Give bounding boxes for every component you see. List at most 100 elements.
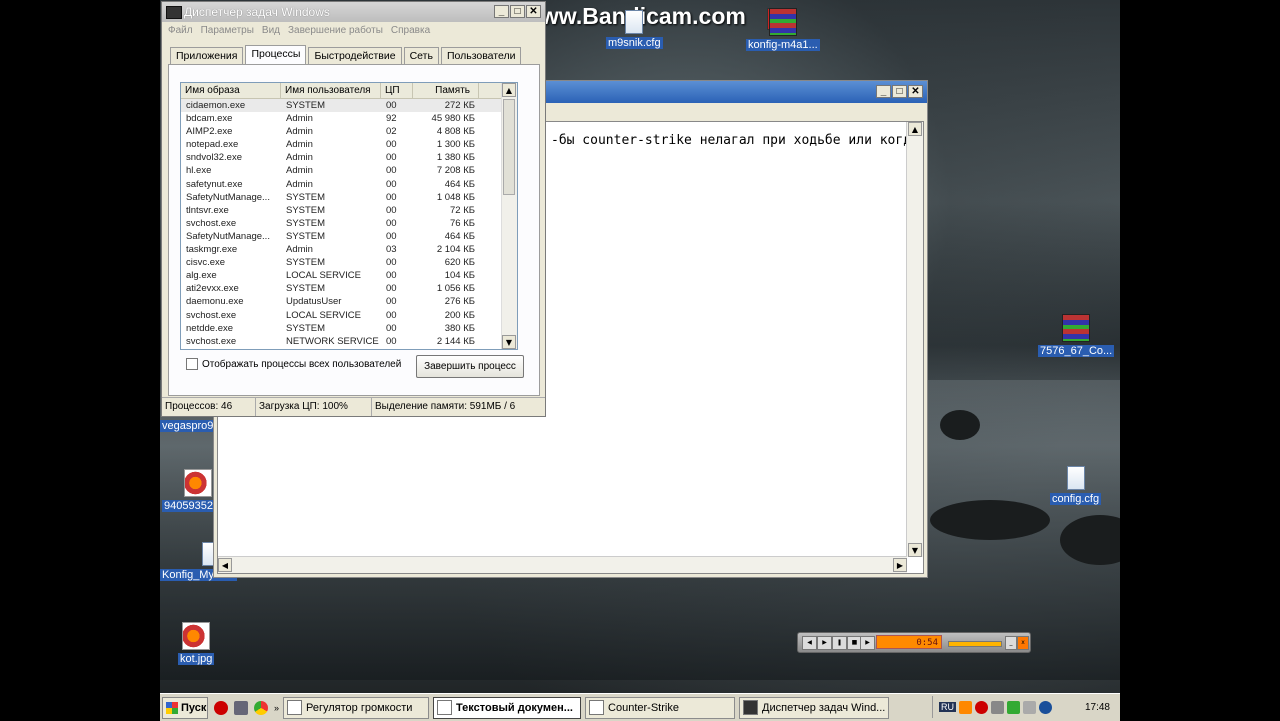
- cell-memory: 1 380 КБ: [436, 152, 475, 164]
- cell-image-name: ati2evxx.exe: [186, 283, 239, 295]
- network-tray-icon[interactable]: [991, 700, 1004, 714]
- next-icon[interactable]: ▶: [860, 636, 875, 650]
- process-list[interactable]: Имя образа Имя пользователя ЦП Память ci…: [180, 82, 518, 350]
- column-user-name[interactable]: Имя пользователя: [281, 83, 381, 98]
- bandicam-tray-icon[interactable]: [975, 700, 988, 714]
- menu-file[interactable]: Файл: [168, 22, 193, 39]
- cell-image-name: bdcam.exe: [186, 113, 233, 125]
- tab-users[interactable]: Пользователи: [440, 47, 522, 65]
- taskbar-item-counter-strike[interactable]: Counter-Strike: [585, 696, 736, 719]
- vertical-scrollbar[interactable]: ▲ ▼: [906, 122, 923, 557]
- volume-slider[interactable]: [948, 641, 1002, 647]
- language-indicator[interactable]: RU: [939, 702, 956, 712]
- cs-quicklaunch-icon[interactable]: [234, 700, 248, 715]
- safetynut-tray-icon[interactable]: [1007, 700, 1020, 714]
- table-row[interactable]: taskmgr.exe Admin 03 2 104 КБ: [181, 243, 517, 256]
- play-icon[interactable]: ▶: [817, 636, 832, 650]
- table-row[interactable]: notepad.exe Admin 00 1 300 КБ: [181, 138, 517, 151]
- desktop-icon-config[interactable]: config.cfg: [1050, 466, 1102, 505]
- record-icon[interactable]: [214, 700, 228, 715]
- menu-bar: Файл Параметры Вид Завершение работы Спр…: [162, 22, 545, 39]
- taskbar-item-task-manager[interactable]: Диспетчер задач Wind...: [739, 696, 890, 719]
- table-row[interactable]: cidaemon.exe SYSTEM 00 272 КБ: [181, 99, 517, 113]
- task-manager-titlebar[interactable]: Диспетчер задач Windows _ □ ✕: [162, 2, 545, 22]
- menu-help[interactable]: Справка: [391, 22, 430, 39]
- cell-user-name: NETWORK SERVICE: [286, 335, 379, 347]
- table-row[interactable]: svchost.exe NETWORK SERVICE 00 2 144 КБ: [181, 335, 517, 348]
- minimize-button[interactable]: _: [876, 85, 891, 98]
- table-row[interactable]: netdde.exe SYSTEM 00 380 КБ: [181, 322, 517, 335]
- maximize-button[interactable]: □: [510, 5, 525, 18]
- scroll-thumb[interactable]: [503, 99, 515, 195]
- column-cpu[interactable]: ЦП: [381, 83, 413, 98]
- aimp-tray-icon[interactable]: [959, 700, 972, 714]
- wallpaper-rock: [940, 410, 980, 440]
- start-button[interactable]: Пуск: [162, 696, 208, 719]
- table-row[interactable]: svchost.exe LOCAL SERVICE 00 200 КБ: [181, 309, 517, 322]
- table-row[interactable]: tlntsvr.exe SYSTEM 00 72 КБ: [181, 204, 517, 217]
- table-row[interactable]: SafetyNutManage... SYSTEM 00 1 048 КБ: [181, 191, 517, 204]
- table-row[interactable]: bdcam.exe Admin 92 45 980 КБ: [181, 112, 517, 125]
- maximize-button[interactable]: □: [892, 85, 907, 98]
- checkbox-box[interactable]: [186, 358, 198, 370]
- archive-icon: [768, 8, 797, 36]
- taskbar-item-notepad[interactable]: Текстовый докумен...: [433, 696, 582, 719]
- table-row[interactable]: alg.exe LOCAL SERVICE 00 104 КБ: [181, 269, 517, 282]
- scroll-up-icon[interactable]: ▲: [908, 122, 922, 136]
- tab-performance[interactable]: Быстродействие: [308, 47, 402, 65]
- show-all-processes-checkbox[interactable]: Отображать процессы всех пользователей: [186, 358, 401, 370]
- table-row[interactable]: svchost.exe SYSTEM 00 76 КБ: [181, 217, 517, 230]
- task-manager-window[interactable]: Диспетчер задач Windows _ □ ✕ Файл Парам…: [161, 1, 546, 417]
- desktop-icon-konfig-m4a1[interactable]: konfig-m4a1...: [746, 8, 820, 51]
- media-player[interactable]: ◀ ▶ ❚ ■ ▶ 0:54 _ x: [797, 632, 1031, 653]
- table-row[interactable]: cisvc.exe SYSTEM 00 620 КБ: [181, 256, 517, 269]
- table-row[interactable]: safetynut.exe Admin 00 464 КБ: [181, 178, 517, 191]
- speaker-tray-icon[interactable]: [1023, 700, 1036, 714]
- prev-icon[interactable]: ◀: [802, 636, 817, 650]
- chrome-icon[interactable]: [254, 700, 268, 715]
- tab-applications[interactable]: Приложения: [170, 47, 244, 65]
- tab-processes[interactable]: Процессы: [245, 45, 307, 65]
- menu-shutdown[interactable]: Завершение работы: [288, 22, 383, 39]
- table-row[interactable]: hl.exe Admin 00 7 208 КБ: [181, 164, 517, 177]
- close-icon[interactable]: x: [1017, 636, 1029, 650]
- column-memory[interactable]: Память: [413, 83, 479, 98]
- menu-view[interactable]: Вид: [262, 22, 280, 39]
- expand-quicklaunch-icon[interactable]: »: [274, 703, 279, 713]
- cell-user-name: SYSTEM: [286, 257, 326, 269]
- minimize-icon[interactable]: _: [1005, 636, 1017, 650]
- column-image-name[interactable]: Имя образа: [181, 83, 281, 98]
- menu-options[interactable]: Параметры: [201, 22, 254, 39]
- table-row[interactable]: sndvol32.exe Admin 00 1 380 КБ: [181, 151, 517, 164]
- pause-icon[interactable]: ❚: [832, 636, 847, 650]
- desktop-icon-vegaspro[interactable]: vegaspro9: [160, 420, 216, 432]
- end-process-button[interactable]: Завершить процесс: [416, 355, 524, 378]
- cell-memory: 380 КБ: [444, 322, 475, 334]
- cell-image-name: cisvc.exe: [186, 257, 226, 269]
- table-row[interactable]: daemonu.exe UpdatusUser 00 276 КБ: [181, 295, 517, 308]
- daemon-tools-tray-icon[interactable]: [1039, 700, 1052, 714]
- status-bar: Процессов: 46 Загрузка ЦП: 100% Выделени…: [162, 397, 545, 416]
- close-button[interactable]: ✕: [526, 5, 541, 18]
- tab-network[interactable]: Сеть: [403, 47, 439, 65]
- table-row[interactable]: ati2evxx.exe SYSTEM 00 1 056 КБ: [181, 282, 517, 295]
- taskbar-item-volume[interactable]: Регулятор громкости: [283, 696, 430, 719]
- process-list-scrollbar[interactable]: ▲ ▼: [501, 83, 517, 349]
- horizontal-scrollbar[interactable]: ◀ ▶: [218, 556, 907, 573]
- desktop-icon-image[interactable]: 94059352: [162, 469, 215, 512]
- scroll-left-icon[interactable]: ◀: [218, 558, 232, 572]
- desktop-icon-kot[interactable]: kot.jpg: [178, 622, 215, 665]
- scroll-right-icon[interactable]: ▶: [893, 558, 907, 572]
- scroll-up-icon[interactable]: ▲: [502, 83, 516, 97]
- cell-memory: 2 144 КБ: [436, 335, 475, 347]
- minimize-button[interactable]: _: [494, 5, 509, 18]
- desktop-icon-7576[interactable]: 7576_67_Co...: [1038, 314, 1115, 357]
- cell-user-name: SYSTEM: [286, 204, 326, 216]
- table-row[interactable]: SafetyNutManage... SYSTEM 00 464 КБ: [181, 230, 517, 243]
- table-row[interactable]: AIMP2.exe Admin 02 4 808 КБ: [181, 125, 517, 138]
- scroll-down-icon[interactable]: ▼: [908, 543, 922, 557]
- cell-cpu: 00: [386, 296, 397, 308]
- desktop-icon-m9snik[interactable]: m9snik.cfg: [606, 10, 663, 49]
- scroll-down-icon[interactable]: ▼: [502, 335, 516, 349]
- close-button[interactable]: ✕: [908, 85, 923, 98]
